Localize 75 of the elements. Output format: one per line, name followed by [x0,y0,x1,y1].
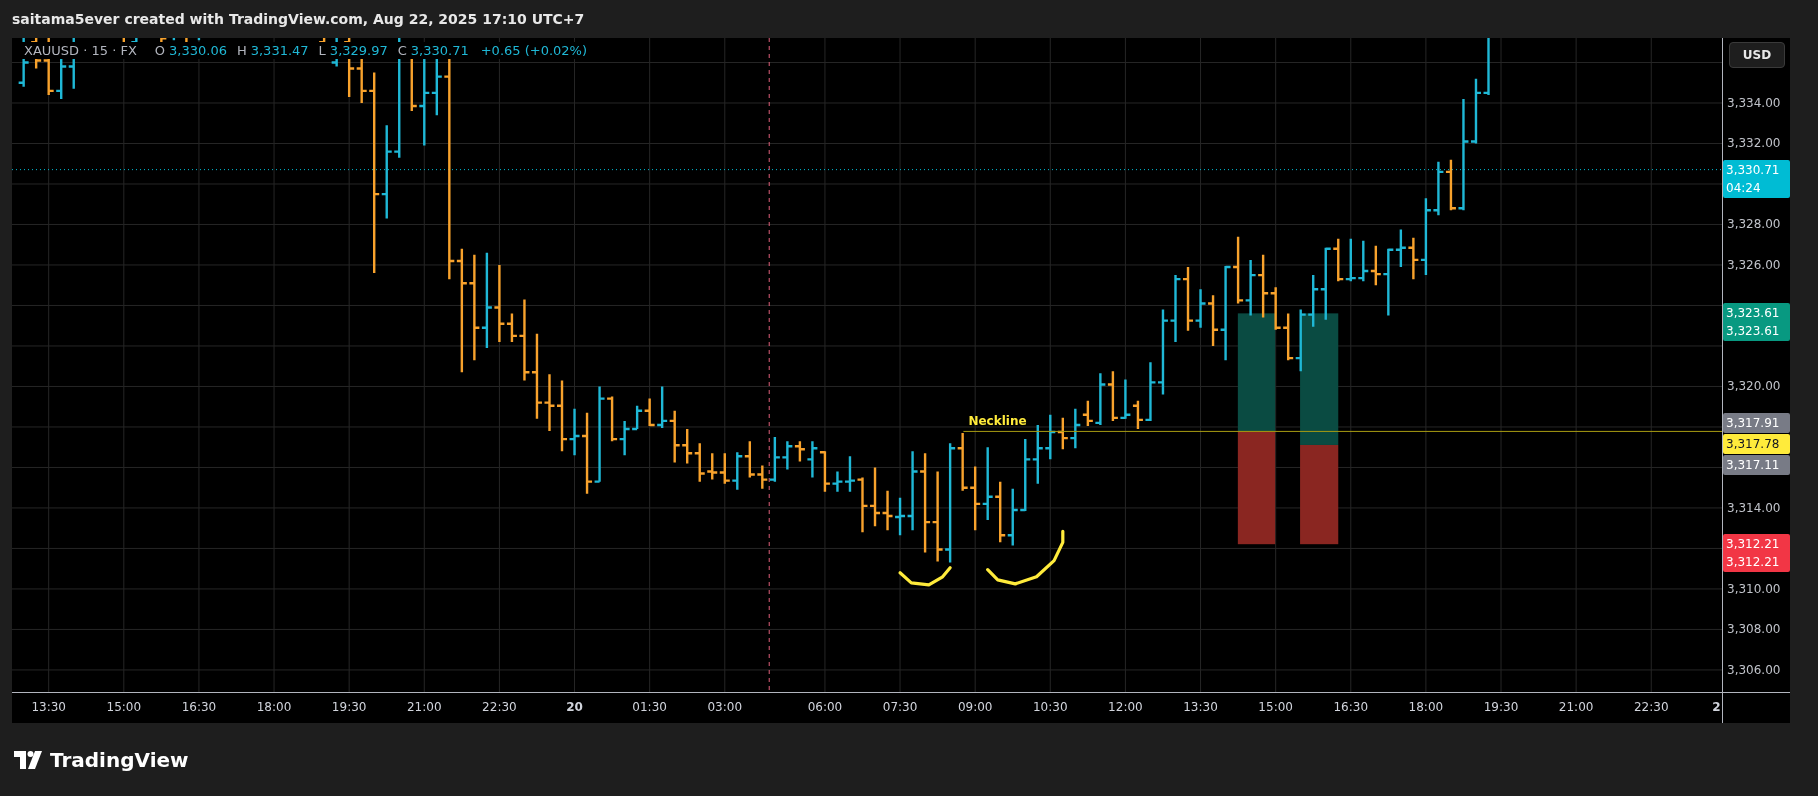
price-bar [1044,413,1057,461]
currency-button[interactable]: USD [1729,42,1785,68]
time-label: 22:30 [1633,700,1669,714]
price-label: 3,334.00 [1727,95,1781,112]
ohlc-value: 3,330.71 [408,42,471,59]
price-bar [1432,160,1445,217]
time-label: 15:00 [106,700,142,714]
price-tag: 3,323.61 3,323.61 [1723,303,1790,342]
time-label: 13:30 [31,700,66,714]
price-label: 3,308.00 [1727,621,1781,639]
time-label: 21:00 [1558,700,1594,714]
time-label: 15:00 [1258,700,1293,714]
price-bar [994,480,1007,544]
price-label: 3,326.00 [1727,256,1781,274]
price-label: 3,310.00 [1727,580,1781,598]
price-bar [1169,273,1182,344]
price-label: 3,306.00 [1727,661,1781,679]
time-label: 18:00 [1408,700,1444,714]
ohlc-value: 3,330.06 [167,42,229,59]
price-bar [630,404,644,431]
time-label: 03:00 [707,700,743,714]
price-bar [1119,378,1132,421]
price-bar [172,38,176,41]
logo-icon [14,750,44,769]
price-bar [1231,235,1245,305]
price-bar [1006,487,1019,547]
price-tag: 3,317.91 [1723,412,1790,433]
line-label: Neckline [968,414,1027,429]
time-label: 18:00 [256,700,292,714]
price-bar [718,452,731,485]
price-label: 3,328.00 [1727,216,1781,234]
ohlc-label: C [395,42,409,59]
price-bar [1344,237,1357,283]
time-label: 16:30 [1333,700,1369,714]
time-label: 06:00 [807,700,843,714]
price-tag: 3,312.21 3,312.21 [1723,534,1790,573]
time-label: 19:30 [331,700,367,714]
price-bar [197,38,201,41]
price-label: 3,314.00 [1727,499,1781,517]
freehand-curve [898,566,952,587]
time-label: 20 [566,700,583,714]
symbol-label: XAUUSD · 15 · FX [22,42,139,59]
ohlc-value: 3,331.47 [248,42,311,59]
time-label: 22:30 [482,700,517,714]
price-bar [1106,370,1120,423]
snapshot-caption: saitama5ever created with TradingView.com, Aug 22, 2025 17:10 UTC+7 [12,11,585,27]
price-bar [1282,312,1295,362]
price-tag: 3,330.71 04:24 [1723,159,1790,198]
price-label: 3,320.00 [1727,378,1781,396]
time-label: 13:30 [1183,700,1218,714]
price-bar [1294,308,1307,373]
price-bar [1056,416,1069,451]
time-label: 2 [1712,700,1721,714]
price-bar [1031,423,1044,485]
price-bar [1307,273,1320,328]
price-bar [968,465,982,532]
time-label: 10:30 [1033,700,1068,714]
brand-name: TradingView [50,747,189,772]
time-label: 16:30 [181,700,217,714]
time-label: 07:30 [882,700,918,714]
price-bar [122,38,125,43]
price-bar [618,419,631,457]
ohlc-value: 3,329.97 [327,42,390,59]
price-bar [185,38,188,43]
time-label: 09:00 [957,700,993,714]
price-bar [731,451,744,491]
price-tag: 3,317.11 [1723,455,1790,476]
price-tag: 3,317.78 [1723,434,1790,455]
price-bar [1357,239,1370,283]
time-label: 19:30 [1483,700,1519,714]
time-label: 01:30 [632,700,667,714]
price-label: 3,332.00 [1727,135,1781,153]
time-label: 12:00 [1108,700,1143,714]
price-bar [1244,258,1257,317]
time-label: 21:00 [407,700,442,714]
